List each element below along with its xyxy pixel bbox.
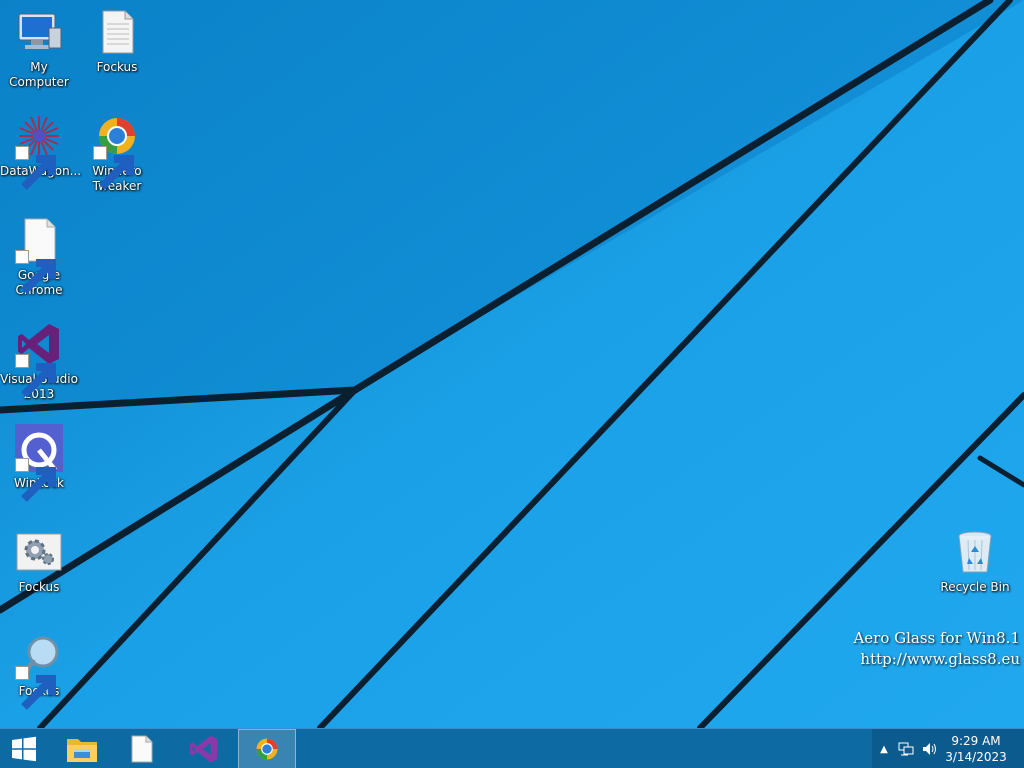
shortcut-arrow-icon: [15, 250, 56, 294]
blank-file-icon: [131, 735, 153, 763]
shortcut-arrow-icon: [15, 354, 56, 398]
visual-studio-icon: [15, 320, 63, 398]
taskbar-visual-studio[interactable]: [178, 729, 230, 768]
clock-date: 3/14/2023: [945, 750, 1007, 764]
desktop-icon-fockus-settings[interactable]: Fockus: [0, 520, 78, 595]
taskbar-winaero-tweaker[interactable]: [238, 729, 296, 768]
desktop-icon-my-computer[interactable]: My Computer: [0, 0, 78, 90]
icon-label: Fockus: [18, 580, 60, 594]
desktop-icon-visual-studio-2013[interactable]: Visual Studio 2013: [0, 312, 78, 402]
aero-glass-watermark: Aero Glass for Win8.1 http://www.glass8.…: [853, 628, 1020, 670]
icon-label: My Computer: [9, 60, 69, 89]
desktop-icon-fockus-magnifier[interactable]: Fockus: [0, 624, 78, 710]
speaker-icon[interactable]: [922, 741, 938, 757]
taskbar-file-explorer[interactable]: [56, 729, 108, 768]
desktop-icon-datawagon[interactable]: DataWagon...: [0, 104, 81, 190]
document-icon: [93, 8, 141, 56]
datawagon-icon: [15, 112, 63, 190]
desktop-icon-google-chrome[interactable]: Google Chrome: [0, 208, 78, 298]
watermark-title: Aero Glass for Win8.1: [853, 629, 1020, 647]
taskbar-blank-file[interactable]: [116, 729, 168, 768]
show-hidden-icons-chevron-icon[interactable]: ▲: [876, 741, 892, 757]
start-button[interactable]: [0, 729, 48, 768]
watermark-url: http://www.glass8.eu: [860, 650, 1020, 668]
shortcut-arrow-icon: [93, 146, 134, 190]
winlock-icon: [15, 424, 63, 502]
gear-settings-icon: [15, 528, 63, 576]
desktop-icon-winlock[interactable]: WinLock: [0, 416, 78, 502]
computer-icon: [15, 8, 63, 56]
recycle-bin-icon: [951, 528, 999, 576]
desktop-icon-recycle-bin[interactable]: Recycle Bin: [936, 520, 1014, 595]
icon-label: Recycle Bin: [940, 580, 1010, 594]
magnifier-icon: [15, 632, 63, 710]
shortcut-arrow-icon: [15, 666, 56, 710]
system-tray: ▲ 9:29 AM 3/14/2023: [872, 729, 1024, 768]
shortcut-arrow-icon: [15, 146, 56, 190]
clock-time: 9:29 AM: [951, 734, 1001, 748]
network-icon[interactable]: [898, 741, 914, 757]
start-icon: [12, 736, 36, 762]
winaero-icon: [93, 112, 141, 190]
clock[interactable]: 9:29 AM 3/14/2023: [938, 733, 1014, 765]
shortcut-arrow-icon: [15, 458, 56, 502]
desktop-icon-winaero-tweaker[interactable]: Winaero Tweaker: [78, 104, 156, 194]
visual-studio-icon: [190, 735, 218, 763]
file-explorer-icon: [67, 739, 97, 762]
winaero-icon: [256, 738, 278, 760]
taskbar: ▲ 9:29 AM 3/14/2023: [0, 728, 1024, 768]
blank-file-icon: [15, 216, 63, 294]
desktop-icon-fockus-document[interactable]: Fockus: [78, 0, 156, 75]
desktop: My Computer Fockus DataWagon... Winaero …: [0, 0, 1024, 728]
icon-label: Fockus: [96, 60, 138, 74]
